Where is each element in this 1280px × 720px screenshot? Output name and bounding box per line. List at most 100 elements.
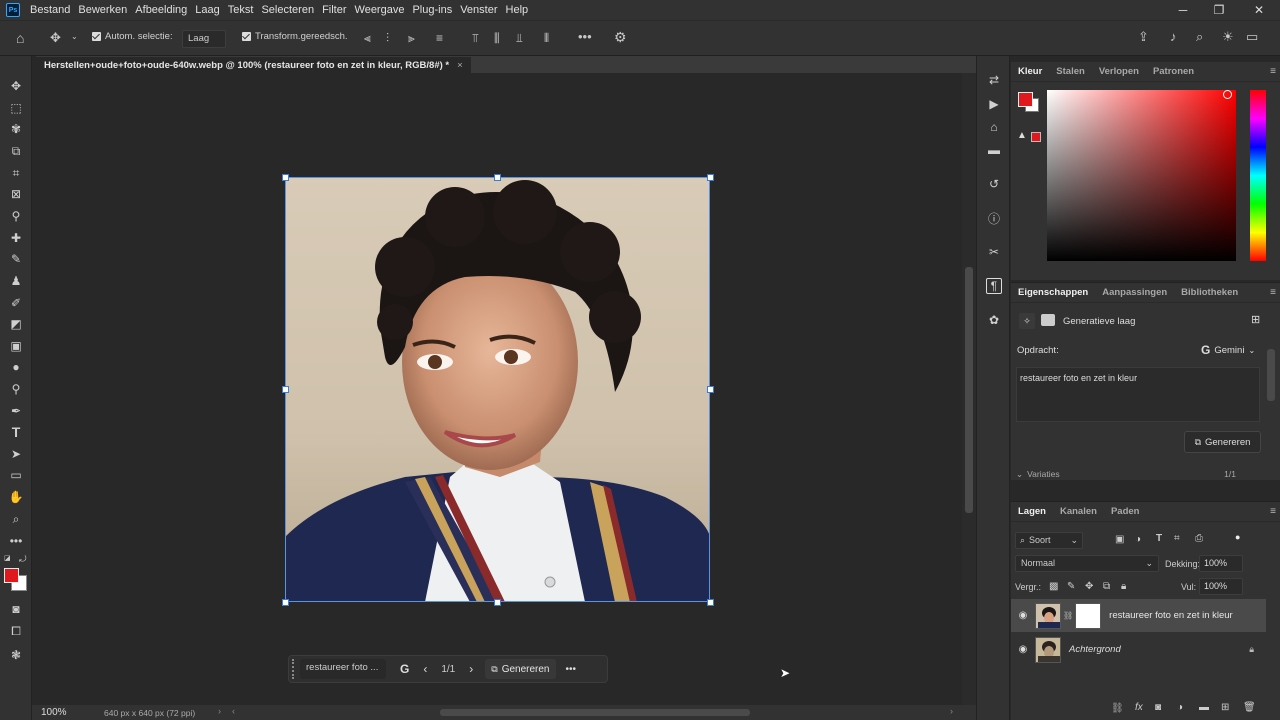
filter-pixel-icon[interactable]: ▣ — [1115, 534, 1124, 545]
transform-handle-bottom-right[interactable] — [707, 599, 714, 606]
tab-patronen[interactable]: Patronen — [1146, 66, 1201, 77]
swap-colors-icon[interactable]: ⤾ — [19, 554, 27, 565]
chevron-right-icon[interactable]: › — [218, 706, 221, 716]
tab-verlopen[interactable]: Verlopen — [1092, 66, 1146, 77]
auto-select-option[interactable]: Autom. selectie: — [92, 31, 173, 42]
variations-section[interactable]: ⌄ Variaties 1/1 — [1016, 469, 1256, 479]
path-selection-icon[interactable]: ➤ — [7, 445, 25, 463]
link-icon[interactable]: ⛓ — [1063, 611, 1073, 620]
vertical-scrollbar-thumb[interactable] — [965, 267, 973, 513]
layer-filter-dropdown[interactable]: ⌕ Soort ⌄ — [1015, 532, 1083, 549]
move-tool-icon[interactable]: ✥ — [50, 31, 61, 44]
menu-filter[interactable]: Filter — [318, 4, 350, 16]
filter-adjustment-icon[interactable]: ◑ — [1135, 534, 1141, 545]
model-selector[interactable]: G Gemini ⌄ — [1201, 343, 1255, 357]
color-picker-cursor[interactable] — [1223, 90, 1232, 99]
quick-mask-icon[interactable]: ◙ — [7, 600, 25, 618]
share-icon[interactable]: ⇪ — [1138, 30, 1149, 43]
panel-menu-icon[interactable]: ≡ — [1270, 66, 1276, 77]
transform-handle-right[interactable] — [707, 386, 714, 393]
menu-bewerken[interactable]: Bewerken — [74, 4, 131, 16]
default-colors-icon[interactable]: ◪ — [4, 554, 12, 562]
color-field[interactable] — [1047, 90, 1236, 261]
zoom-tool-icon[interactable]: ⌕ — [7, 510, 25, 528]
home-icon[interactable]: ⌂ — [16, 31, 24, 45]
panel-menu-icon[interactable]: ≡ — [1270, 506, 1276, 517]
history-icon[interactable]: ↺ — [986, 176, 1002, 192]
comments-icon[interactable]: ▬ — [986, 142, 1002, 158]
tab-stalen[interactable]: Stalen — [1049, 66, 1092, 77]
add-image-icon[interactable]: ⊞ — [1251, 313, 1260, 326]
transform-bounding-box[interactable] — [285, 177, 710, 602]
healing-brush-icon[interactable]: ✚ — [7, 229, 25, 247]
gear-icon[interactable]: ⚙ — [614, 30, 627, 44]
align-center-icon[interactable]: ⫶ — [386, 32, 389, 44]
tab-kanalen[interactable]: Kanalen — [1053, 506, 1104, 517]
gradient-tool-icon[interactable]: ▣ — [7, 337, 25, 355]
panel-menu-icon[interactable]: ≡ — [1270, 287, 1276, 298]
scroll-right-icon[interactable]: › — [950, 706, 953, 716]
hue-slider[interactable] — [1250, 90, 1266, 261]
tool-presets-icon[interactable]: ✂ — [986, 244, 1002, 260]
info-icon[interactable]: ⓘ — [986, 210, 1002, 226]
menu-afbeelding[interactable]: Afbeelding — [131, 4, 191, 16]
tab-aanpassingen[interactable]: Aanpassingen — [1095, 287, 1174, 298]
new-layer-icon[interactable]: ⊞ — [1221, 702, 1229, 713]
menu-tekst[interactable]: Tekst — [224, 4, 258, 16]
type-tool-icon[interactable]: T — [7, 423, 25, 441]
gemini-model-icon[interactable]: G — [400, 662, 409, 676]
eyedropper-icon[interactable]: ⚲ — [7, 207, 25, 225]
properties-scrollbar[interactable] — [1267, 349, 1275, 401]
eye-icon[interactable]: ◉ — [1017, 610, 1029, 621]
tab-lagen[interactable]: Lagen — [1011, 506, 1053, 517]
menu-bestand[interactable]: Bestand — [26, 4, 74, 16]
lock-all-icon[interactable]: 🔒︎ — [1121, 581, 1126, 592]
out-of-gamut-warning-icon[interactable]: ▲ — [1017, 130, 1027, 141]
layer-mask-thumbnail[interactable] — [1075, 602, 1102, 629]
trash-icon[interactable]: 🗑︎ — [1243, 702, 1256, 713]
prompt-textarea[interactable]: restaureer foto en zet in kleur — [1016, 367, 1260, 422]
transform-handle-left[interactable] — [282, 386, 289, 393]
stamp-tool-icon[interactable]: ♟ — [7, 272, 25, 290]
workspace-icon[interactable]: ▭ — [1246, 30, 1258, 43]
lightbulb-icon[interactable]: ☀ — [1222, 30, 1234, 43]
prompt-field[interactable]: restaureer foto ... — [300, 659, 386, 679]
document-info[interactable]: 640 px x 640 px (72 ppi) — [104, 708, 195, 718]
fill-input[interactable]: 100% — [1199, 578, 1243, 595]
chevron-right-icon[interactable]: › — [469, 662, 473, 676]
minimize-icon[interactable]: ─ — [1164, 0, 1202, 20]
tab-close-icon[interactable]: × — [457, 60, 463, 71]
more-options-icon[interactable]: ••• — [578, 30, 592, 43]
crop-tool-icon[interactable]: ⌗ — [7, 164, 25, 182]
filter-type-icon[interactable]: T — [1156, 533, 1162, 544]
lock-position-icon[interactable]: ✥ — [1085, 581, 1093, 592]
tab-kleur[interactable]: Kleur — [1011, 66, 1049, 77]
move-tool-icon[interactable]: ✥ — [7, 77, 25, 95]
vertical-scrollbar-track[interactable] — [962, 73, 976, 705]
brush-settings-icon[interactable]: ✿ — [986, 312, 1002, 328]
generate-button[interactable]: ⧉ Genereren — [1184, 431, 1261, 453]
tab-paden[interactable]: Paden — [1104, 506, 1147, 517]
link-layers-icon[interactable]: ⛓ — [1111, 703, 1124, 714]
filter-toggle-icon[interactable]: ● — [1235, 532, 1240, 542]
brush-tool-icon[interactable]: ✎ — [7, 250, 25, 268]
tab-bibliotheken[interactable]: Bibliotheken — [1174, 287, 1245, 298]
chevron-down-icon[interactable]: ⌄ — [71, 33, 78, 41]
transform-checkbox[interactable] — [242, 32, 251, 41]
hand-tool-icon[interactable]: ✋ — [7, 488, 25, 506]
transform-handle-bottom[interactable] — [494, 599, 501, 606]
collapse-icon[interactable]: ⇄ — [986, 72, 1002, 88]
add-mask-icon[interactable]: ◙ — [1155, 702, 1161, 713]
zoom-level[interactable]: 100% — [41, 707, 67, 718]
eye-icon[interactable]: ◉ — [1017, 644, 1029, 655]
drag-handle-icon[interactable] — [292, 659, 296, 679]
gamut-color-swatch[interactable] — [1031, 132, 1041, 142]
align-middle-icon[interactable]: ⫼ — [494, 32, 500, 44]
play-actions-icon[interactable]: ▶ — [986, 96, 1002, 112]
menu-plugins[interactable]: Plug-ins — [408, 4, 456, 16]
mask-icon[interactable] — [1041, 314, 1055, 326]
layer-row-background[interactable]: ◉ Achtergrond 🔒︎ — [1011, 633, 1266, 666]
more-options-icon[interactable]: ••• — [566, 664, 577, 675]
eraser-icon[interactable]: ◩ — [7, 315, 25, 333]
screen-mode-icon[interactable]: ⧠ — [7, 622, 25, 640]
